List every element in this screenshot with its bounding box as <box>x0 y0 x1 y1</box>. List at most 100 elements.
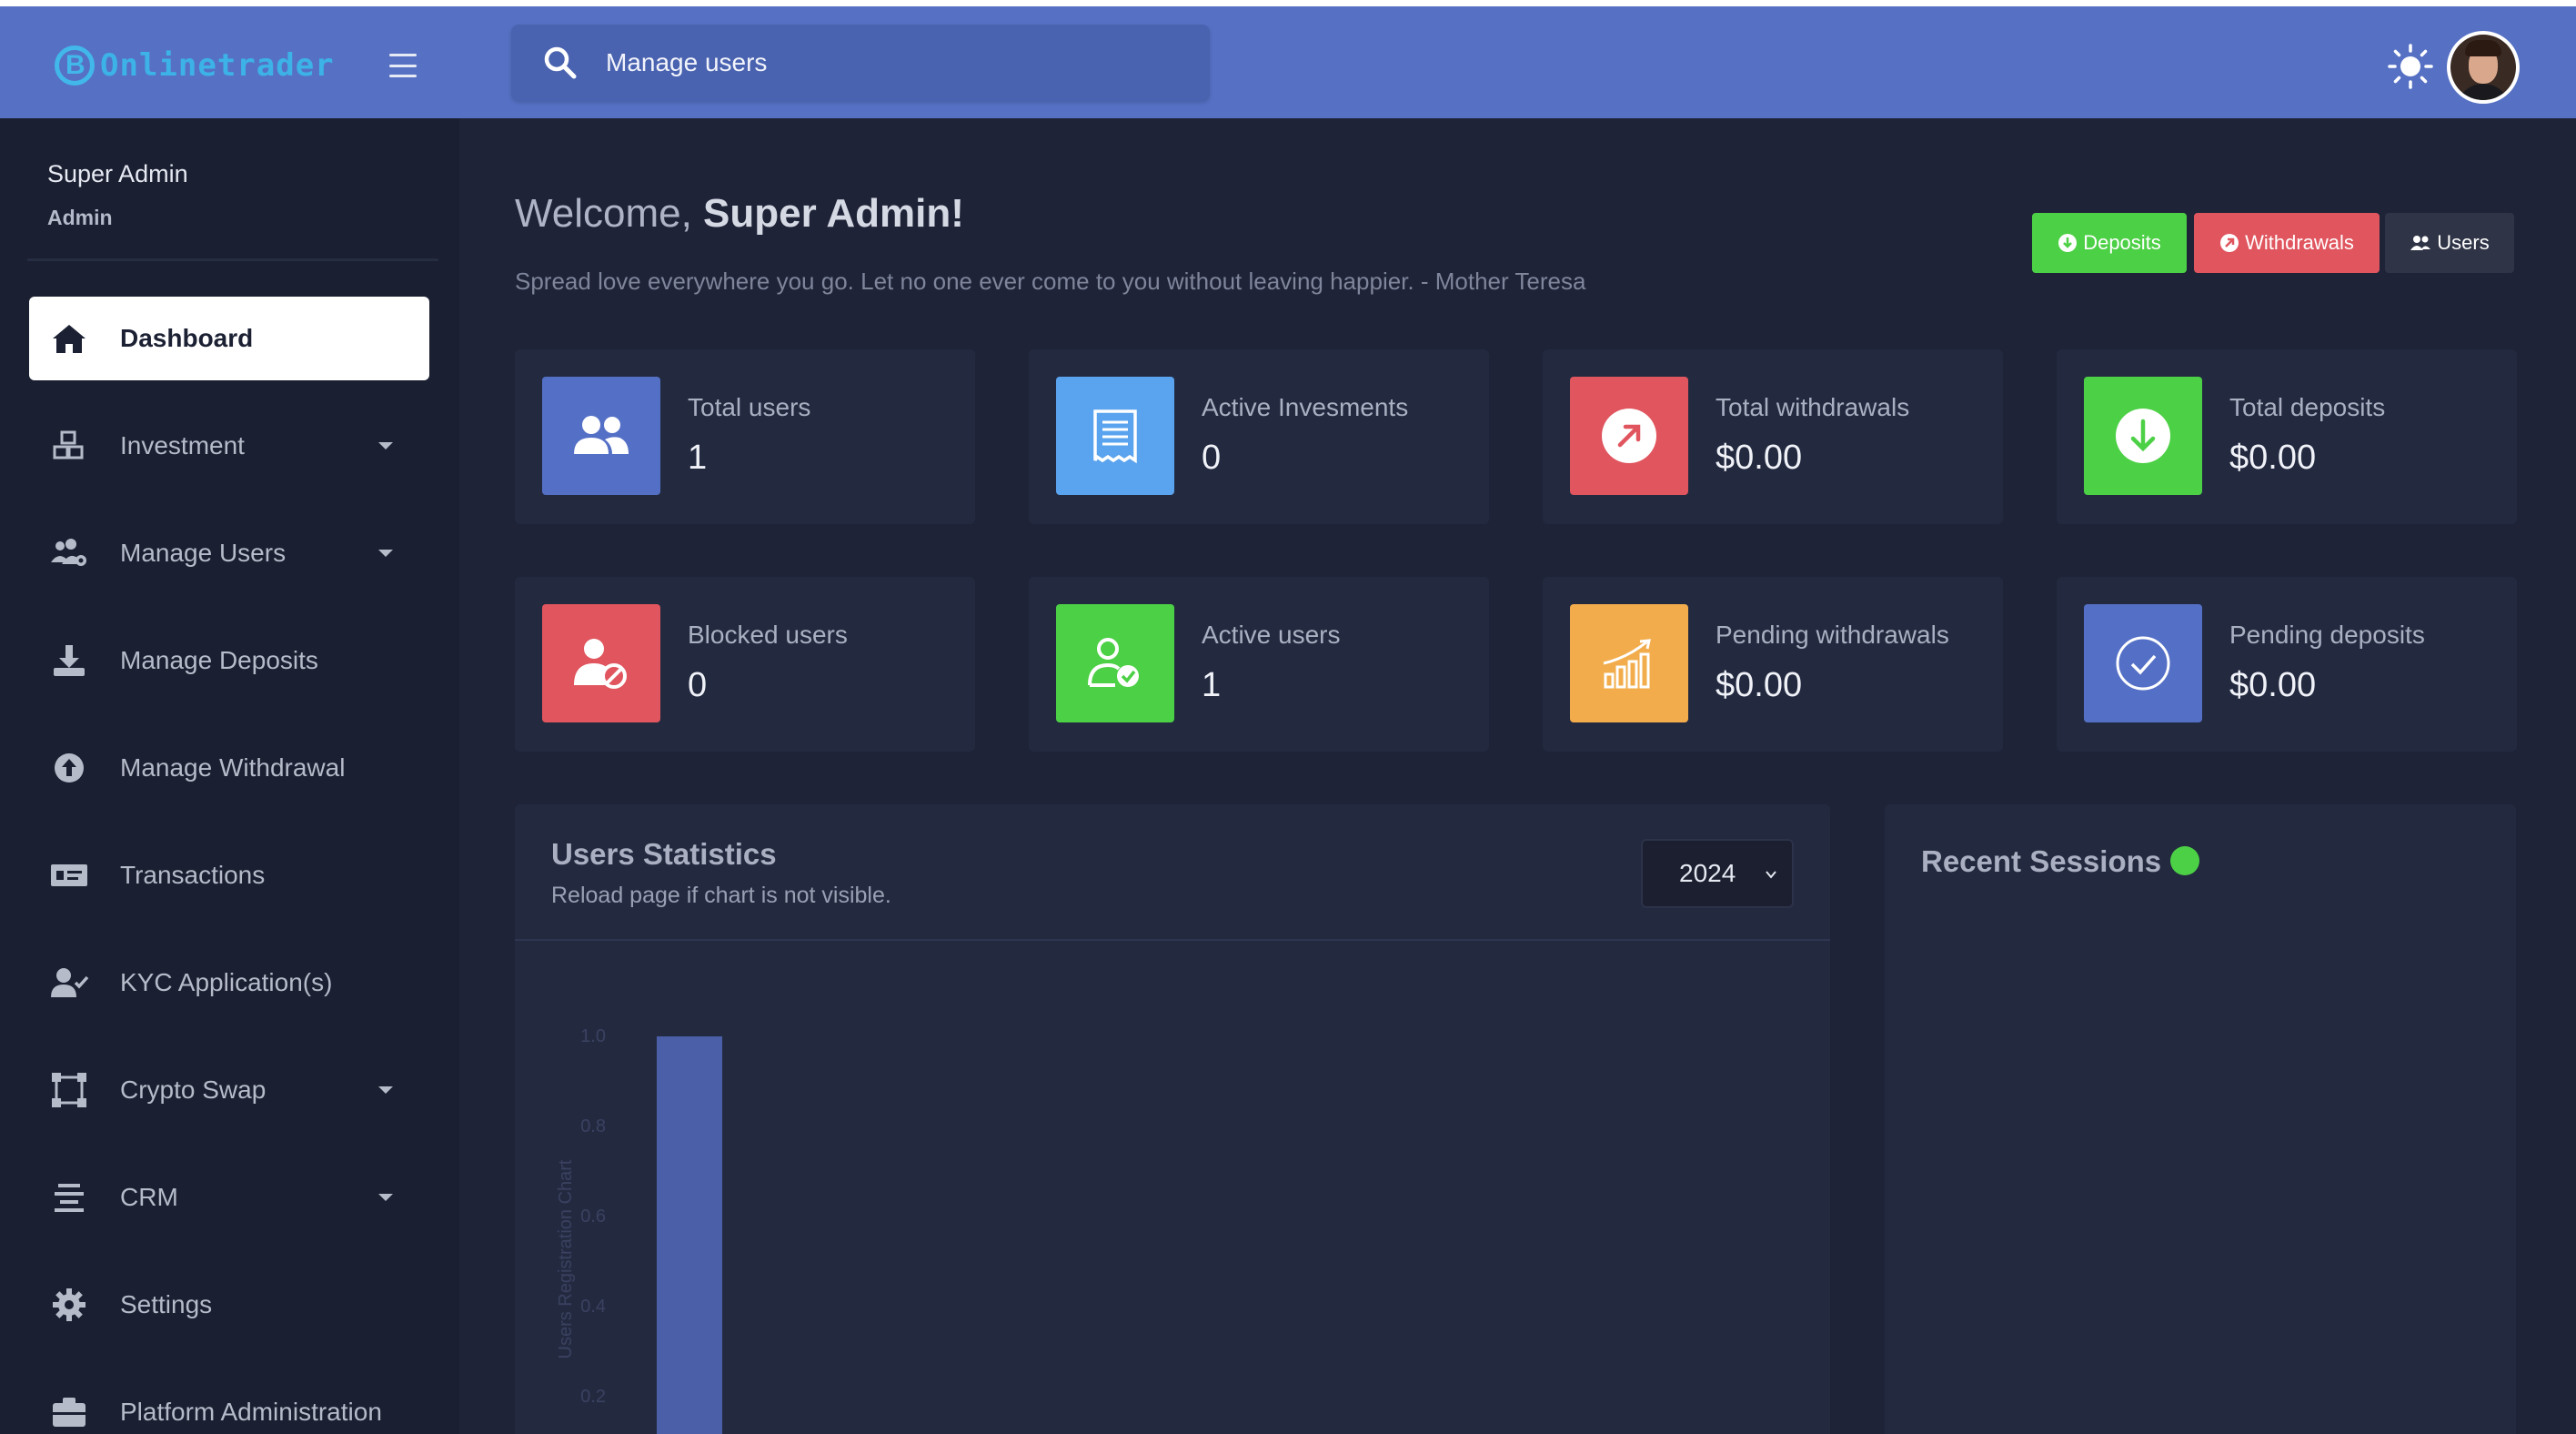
window-top-edge <box>0 0 2576 6</box>
gear-icon <box>53 1288 86 1321</box>
chart-y-tick-label: 0.4 <box>580 1297 606 1317</box>
arrow-circle-up-icon <box>55 753 84 783</box>
search-bar[interactable]: Manage users <box>511 25 1210 101</box>
chevron-down-icon <box>378 1194 393 1201</box>
stat-card-blocked-users: Blocked users 0 <box>515 577 975 752</box>
card-icon-box <box>1056 377 1174 495</box>
sidebar-item-label: Crypto Swap <box>120 1076 267 1104</box>
menu-toggle-icon[interactable] <box>389 54 417 77</box>
top-navbar: Onlinetrader Manage users <box>0 6 2576 118</box>
sidebar-item-label: Settings <box>120 1290 213 1318</box>
card-icon-box <box>1570 377 1688 495</box>
sidebar-item-manage-withdrawal[interactable]: Manage Withdrawal <box>29 726 429 810</box>
cubes-icon <box>53 430 84 459</box>
chart-bar <box>657 1036 722 1434</box>
card-icon-box <box>1570 604 1688 722</box>
sidebar-item-investment[interactable]: Investment <box>29 404 429 488</box>
panel-title: Users Statistics <box>551 837 777 871</box>
card-label: Total deposits <box>2229 393 2386 421</box>
sidebar-item-crypto-swap[interactable]: Crypto Swap <box>29 1048 429 1132</box>
money-check-icon <box>51 864 87 886</box>
chart-y-tick-label: 0.2 <box>580 1387 606 1407</box>
chart-y-tick-label: 1.0 <box>580 1026 606 1046</box>
card-value: 0 <box>688 666 708 704</box>
brand-logo[interactable]: Onlinetrader <box>55 43 335 88</box>
download-icon <box>54 645 85 676</box>
status-dot-icon <box>2170 846 2200 875</box>
theme-toggle-sun-icon[interactable] <box>2387 43 2434 90</box>
sidebar-item-manage-deposits[interactable]: Manage Deposits <box>29 619 429 702</box>
sidebar-item-crm[interactable]: CRM <box>29 1156 429 1239</box>
panel-title: Recent Sessions <box>1921 844 2200 879</box>
panel-subtitle: Reload page if chart is not visible. <box>551 883 891 908</box>
vector-square-icon <box>52 1073 86 1107</box>
chevron-down-icon <box>1766 871 1776 879</box>
stat-card-total-users: Total users 1 <box>515 349 975 524</box>
search-input[interactable]: Manage users <box>606 48 767 77</box>
card-label: Active Invesments <box>1202 393 1409 421</box>
arrow-up-right-circle-icon <box>1602 409 1656 463</box>
home-icon <box>53 325 86 353</box>
check-circle-icon <box>2116 636 2170 691</box>
sidebar-item-manage-users[interactable]: Manage Users <box>29 511 429 595</box>
chevron-down-icon <box>378 550 393 557</box>
stat-card-total-withdrawals: Total withdrawals $0.00 <box>1543 349 2003 524</box>
card-label: Total users <box>688 393 811 421</box>
card-value: $0.00 <box>1716 439 1803 477</box>
receipt-icon <box>1093 409 1137 464</box>
card-value: 0 <box>1202 439 1222 477</box>
users-cog-icon <box>51 539 86 566</box>
card-value: 1 <box>688 439 708 477</box>
card-label: Blocked users <box>688 621 848 649</box>
card-label: Pending deposits <box>2229 621 2425 649</box>
card-value: $0.00 <box>2229 666 2317 704</box>
sidebar-item-platform-administration[interactable]: Platform Administration <box>29 1370 429 1434</box>
briefcase-icon <box>53 1398 86 1427</box>
card-label: Pending withdrawals <box>1716 621 1949 649</box>
deposits-button[interactable]: Deposits <box>2032 213 2187 273</box>
users-button[interactable]: Users <box>2385 213 2514 273</box>
sidebar-item-label: Manage Withdrawal <box>120 753 346 782</box>
sidebar-item-dashboard[interactable]: Dashboard <box>29 297 429 380</box>
sidebar-item-label: Manage Users <box>120 539 287 567</box>
sidebar-item-label: CRM <box>120 1183 178 1211</box>
search-icon <box>544 46 577 79</box>
withdrawals-button[interactable]: Withdrawals <box>2194 213 2380 273</box>
stat-card-active-investments: Active Invesments 0 <box>1029 349 1489 524</box>
year-select[interactable]: 2024 <box>1641 839 1794 908</box>
user-avatar[interactable] <box>2447 31 2520 104</box>
card-icon-box <box>2084 604 2202 722</box>
sidebar-item-label: Platform Administration <box>120 1398 382 1426</box>
chart-y-axis-label: Users Registration Chart <box>556 1159 576 1358</box>
page-title: Welcome, Super Admin! <box>515 191 964 236</box>
recent-sessions-panel: Recent Sessions <box>1885 804 2516 1434</box>
sidebar-item-transactions[interactable]: Transactions <box>29 833 429 917</box>
card-icon-box <box>542 377 660 495</box>
sidebar-item-kyc-applications[interactable]: KYC Application(s) <box>29 941 429 1025</box>
sidebar-item-label: Transactions <box>120 861 266 889</box>
chevron-down-icon <box>378 442 393 449</box>
sidebar-divider <box>27 258 438 261</box>
stat-card-pending-deposits: Pending deposits $0.00 <box>2057 577 2517 752</box>
card-icon-box <box>1056 604 1174 722</box>
stat-card-pending-withdrawals: Pending withdrawals $0.00 <box>1543 577 2003 752</box>
sidebar: Super Admin Admin Dashboard Investment M… <box>0 118 459 1434</box>
logo-icon <box>55 45 95 86</box>
users-icon <box>2410 236 2431 250</box>
chevron-down-icon <box>378 1086 393 1094</box>
card-icon-box <box>542 604 660 722</box>
sidebar-item-label: Investment <box>120 431 245 459</box>
sidebar-item-label: KYC Application(s) <box>120 968 333 996</box>
card-value: 1 <box>1202 666 1222 704</box>
stat-card-total-deposits: Total deposits $0.00 <box>2057 349 2517 524</box>
arrow-up-right-circle-icon <box>2220 234 2239 252</box>
arrow-down-circle-icon <box>2058 234 2078 252</box>
logo-text: Onlinetrader <box>100 47 335 84</box>
sidebar-item-label: Dashboard <box>120 324 254 352</box>
sidebar-item-settings[interactable]: Settings <box>29 1263 429 1347</box>
card-icon-box <box>2084 377 2202 495</box>
sidebar-user-role: Admin <box>47 206 113 229</box>
growth-chart-icon <box>1603 639 1651 689</box>
chart-y-tick-label: 0.8 <box>580 1116 606 1136</box>
sidebar-item-label: Manage Deposits <box>120 646 318 674</box>
